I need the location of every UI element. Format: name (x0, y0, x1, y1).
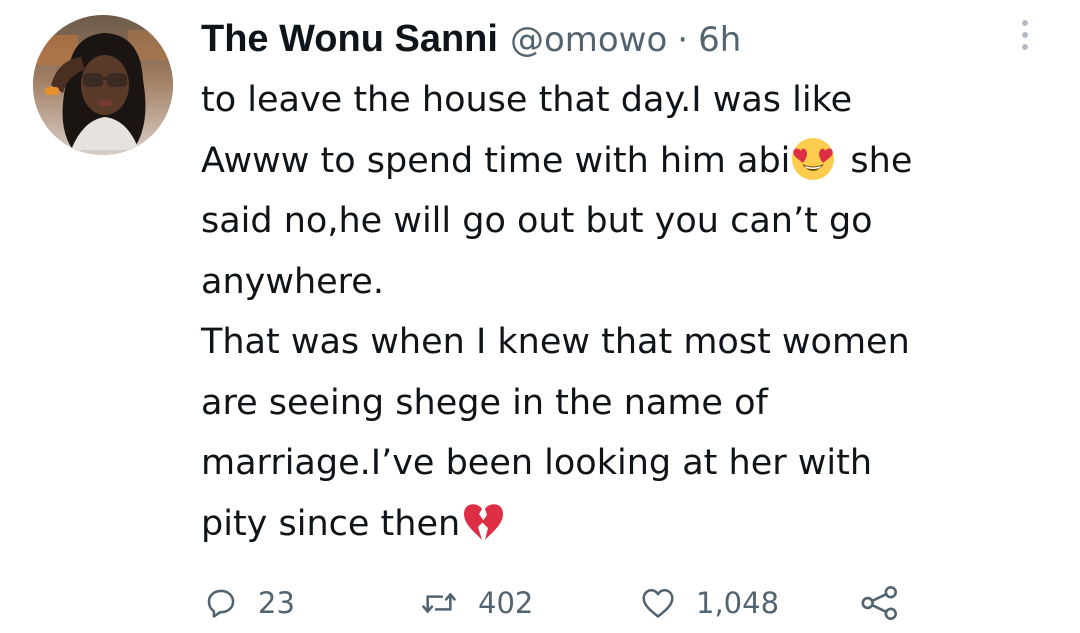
tweet-line: anywhere. (201, 261, 384, 302)
reply-button[interactable]: 23 (204, 580, 295, 626)
tweet-line: to leave the house that day.I was like (201, 80, 853, 120)
tweet-line: Awww to spend time with him abi she (201, 131, 1051, 192)
share-button[interactable] (860, 580, 900, 626)
tweet-line: marriage.I’ve been looking at her with (201, 443, 873, 483)
more-options-icon (1022, 20, 1028, 50)
reply-icon (207, 589, 235, 618)
tweet-line: That was when I knew that most women (201, 322, 910, 362)
more-options-button[interactable] (1014, 16, 1036, 56)
like-button[interactable]: 1,048 (640, 580, 779, 626)
tweet-timestamp[interactable]: 6h (698, 15, 741, 65)
broken-heart-emoji-icon (464, 503, 504, 540)
reply-count: 23 (258, 586, 295, 620)
tweet-actions: 23 402 1,048 (204, 580, 924, 626)
retweet-icon (422, 593, 456, 613)
tweet-header: The Wonu Sanni @omowo · 6h (201, 14, 741, 64)
like-icon (642, 588, 674, 618)
author-name[interactable]: The Wonu Sanni (201, 14, 498, 64)
tweet-line-text: she (850, 140, 913, 181)
tweet-line: pity since then (201, 494, 1051, 555)
avatar[interactable] (33, 15, 173, 155)
tweet-text: to leave the house that day.I was like A… (201, 70, 1051, 554)
retweet-button[interactable]: 402 (420, 580, 533, 626)
tweet-line-text: Awww to spend time with him abi (201, 140, 791, 181)
share-icon (861, 585, 897, 621)
tweet-line-text: pity since then (201, 503, 461, 544)
like-count: 1,048 (696, 586, 780, 620)
author-handle[interactable]: @omowo (510, 15, 667, 65)
retweet-count: 402 (478, 586, 534, 620)
tweet-line: said no,he will go out but you can’t go (201, 201, 873, 241)
tweet-line: are seeing shege in the name of (201, 382, 768, 423)
avatar-photo (33, 15, 173, 155)
header-separator: · (677, 20, 689, 60)
heart-eyes-emoji-icon (792, 137, 835, 180)
